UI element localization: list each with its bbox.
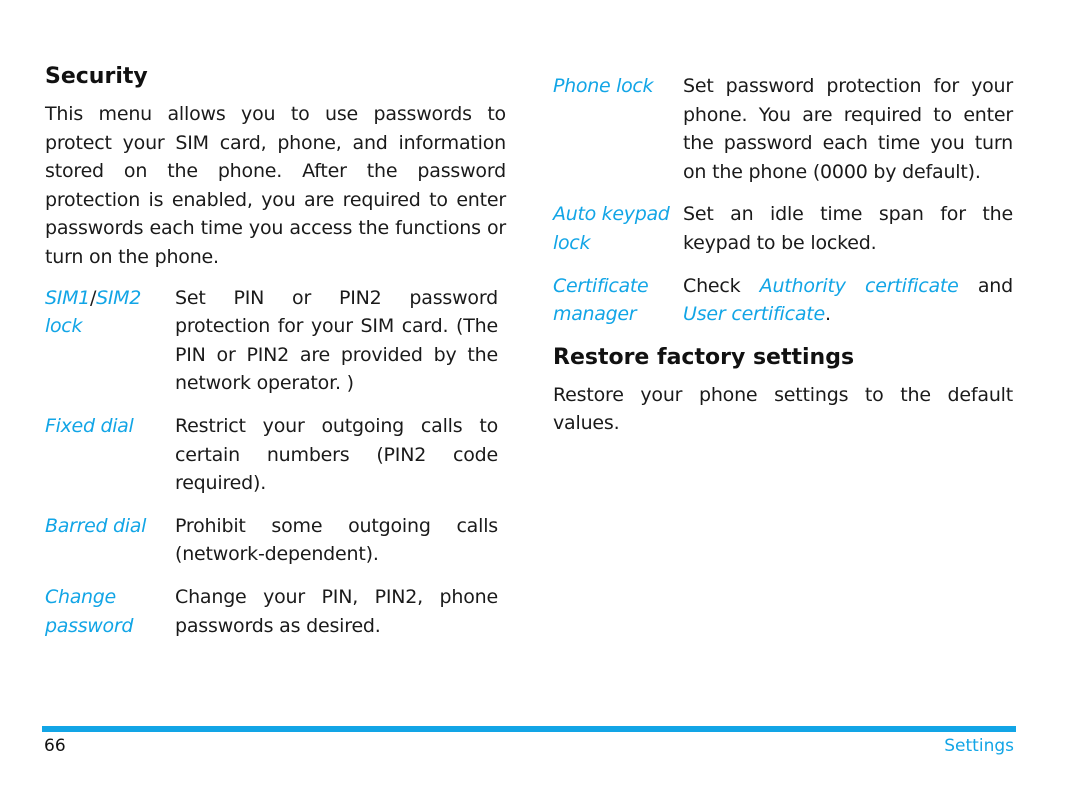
term-part: SIM1 bbox=[45, 286, 90, 309]
list-item: Phone lock Set password protection for y… bbox=[553, 72, 1013, 186]
security-intro: This menu allows you to use passwords to… bbox=[45, 103, 506, 268]
list-item: Certificate manager Check Authority cert… bbox=[553, 272, 1013, 329]
term-certificate-manager: Certificate manager bbox=[553, 274, 649, 326]
term-auto-keypad-lock: Auto keypad lock bbox=[553, 203, 670, 254]
restore-text: Restore your phone settings to the defau… bbox=[553, 383, 1013, 435]
page-number: 66 bbox=[44, 736, 66, 756]
security-options-list: SIM1/SIM2 lock Set PIN or PIN2 password … bbox=[45, 284, 506, 641]
user-certificate-ref: User certificate bbox=[683, 303, 826, 326]
desc-fixed-dial: Restrict your outgoing calls to certain … bbox=[175, 414, 498, 495]
desc-text: Check bbox=[683, 274, 760, 297]
term-fixed-dial: Fixed dial bbox=[45, 414, 134, 437]
footer-divider bbox=[42, 726, 1016, 732]
right-column: Phone lock Set password protection for y… bbox=[553, 72, 1013, 438]
section-name: Settings bbox=[944, 736, 1014, 756]
list-item: SIM1/SIM2 lock Set PIN or PIN2 password … bbox=[45, 284, 506, 398]
desc-sim-lock: Set PIN or PIN2 password protection for … bbox=[175, 286, 498, 395]
security-heading: Security bbox=[45, 64, 148, 89]
desc-text: . bbox=[825, 303, 831, 326]
desc-certificate-manager: Check Authority certificate and User cer… bbox=[683, 272, 1013, 329]
term-barred-dial: Barred dial bbox=[45, 514, 147, 537]
term-sim-lock: SIM1/SIM2 lock bbox=[45, 284, 175, 398]
term-change-password: Change password bbox=[45, 585, 134, 637]
desc-barred-dial: Prohibit some outgoing calls (network-de… bbox=[175, 514, 498, 566]
security-options-list-continued: Phone lock Set password protection for y… bbox=[553, 72, 1013, 329]
term-phone-lock: Phone lock bbox=[553, 75, 654, 97]
list-item: Auto keypad lock Set an idle time span f… bbox=[553, 200, 1013, 257]
restore-heading: Restore factory settings bbox=[553, 344, 855, 370]
authority-certificate-ref: Authority certificate bbox=[759, 274, 959, 297]
desc-text: and bbox=[958, 274, 1013, 297]
desc-change-password: Change your PIN, PIN2, phone passwords a… bbox=[175, 585, 498, 637]
desc-auto-keypad-lock: Set an idle time span for the keypad to … bbox=[683, 203, 1013, 254]
desc-phone-lock: Set password protection for your phone. … bbox=[683, 75, 1013, 183]
list-item: Change password Change your PIN, PIN2, p… bbox=[45, 583, 506, 640]
list-item: Barred dial Prohibit some outgoing calls… bbox=[45, 512, 506, 569]
list-item: Fixed dial Restrict your outgoing calls … bbox=[45, 412, 506, 498]
left-column: Security This menu allows you to use pas… bbox=[45, 62, 506, 654]
